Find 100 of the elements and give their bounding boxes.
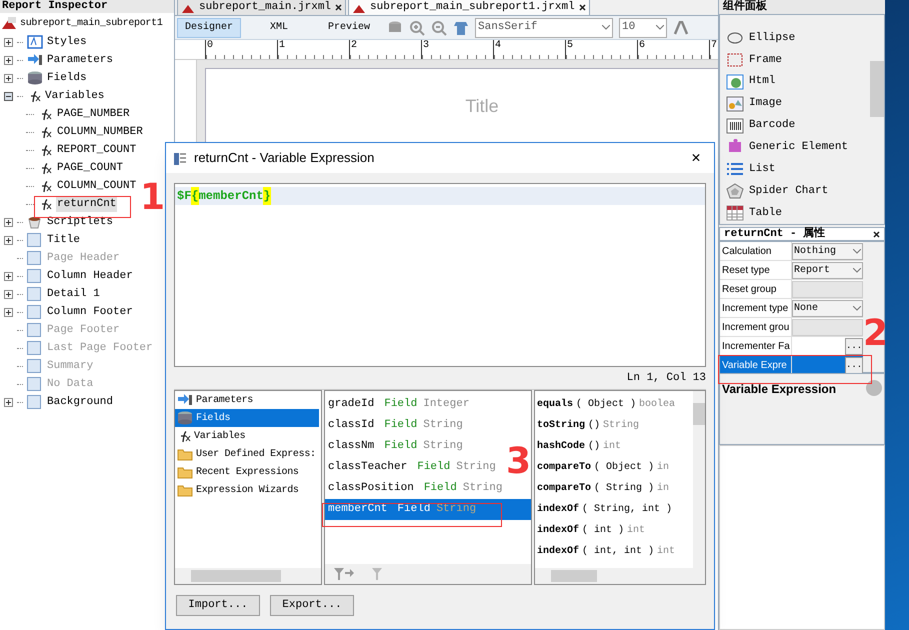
chevron-down-icon — [602, 25, 610, 30]
view-tab[interactable]: Preview — [317, 18, 381, 38]
tree-item[interactable]: COLUMN_COUNT — [56, 178, 138, 194]
expand-toggle[interactable] — [4, 218, 13, 226]
palette-item[interactable]: Barcode — [720, 114, 870, 136]
category-item[interactable]: Fields — [175, 409, 319, 427]
scrollbar[interactable] — [693, 391, 705, 568]
tree-item[interactable]: Fields — [47, 70, 87, 86]
palette-item[interactable]: Ellipse — [720, 27, 870, 49]
tree-item[interactable]: Scriptlets — [47, 214, 114, 230]
value-combo — [792, 318, 863, 336]
shirt-icon[interactable] — [453, 20, 469, 36]
method-item[interactable]: indexOf ( String, int ) — [535, 499, 693, 520]
dialog-button[interactable]: Import... — [176, 595, 260, 616]
expand-toggle[interactable] — [4, 272, 13, 280]
category-item[interactable]: User Defined Express: — [175, 445, 319, 463]
object-item[interactable]: gradeId Field Integer — [325, 394, 472, 415]
method-item[interactable]: compareTo ( Object ) in — [535, 457, 693, 478]
band-icon — [27, 287, 41, 301]
scrollbar[interactable] — [175, 568, 321, 584]
property-row[interactable]: Increment grou — [720, 318, 863, 337]
object-item[interactable]: classNm Field String — [325, 436, 466, 457]
palette-item[interactable]: Image — [720, 92, 870, 115]
view-tab[interactable]: Designer — [177, 18, 241, 38]
expand-toggle[interactable] — [4, 290, 13, 298]
object-item[interactable]: classTeacher Field String — [325, 457, 499, 478]
file-tab[interactable]: subreport_main.jrxml — [177, 0, 346, 15]
size-combo[interactable]: 10 — [619, 18, 667, 38]
tree-item[interactable]: REPORT_COUNT — [56, 142, 138, 158]
method-item[interactable]: toString () String — [535, 415, 693, 436]
value-combo — [792, 280, 863, 298]
method-item[interactable]: indexOf ( int, int ) int — [535, 541, 693, 562]
font-combo[interactable]: SansSerif — [475, 18, 613, 38]
palette-item[interactable]: Html — [720, 70, 870, 93]
scrollbar[interactable] — [863, 242, 884, 372]
object-item[interactable]: classPosition Field String — [325, 478, 506, 499]
value-combo[interactable]: Report — [792, 262, 863, 278]
palette-item[interactable]: Spider Chart — [720, 180, 870, 202]
close-button[interactable]: ✕ — [684, 150, 708, 166]
property-row[interactable]: Reset type Report — [720, 261, 863, 280]
category-item[interactable]: Parameters — [175, 391, 319, 409]
chevron-down-icon — [853, 306, 861, 310]
panel-title: returnCnt - 属性 — [724, 226, 826, 242]
styles-icon — [27, 35, 43, 49]
number-overlay: 1 — [140, 180, 166, 216]
expand-toggle[interactable] — [4, 308, 13, 316]
band-icon — [27, 359, 41, 373]
close-icon[interactable] — [335, 4, 342, 11]
tree-item[interactable]: Detail 1 — [47, 286, 100, 302]
tree-item[interactable]: COLUMN_NUMBER — [56, 124, 144, 140]
file-tab[interactable]: subreport_main_subreport1.jrxml — [348, 0, 590, 15]
tree-root[interactable]: subreport_main_subreport1 — [20, 16, 163, 30]
font-grow-icon[interactable] — [673, 20, 689, 34]
view-tab[interactable]: XML — [247, 18, 311, 38]
value-combo[interactable]: None — [792, 300, 863, 316]
dialog-button[interactable]: Export... — [270, 595, 354, 616]
category-item[interactable]: Expression Wizards — [175, 481, 319, 499]
tree-item[interactable]: returnCnt — [56, 196, 118, 212]
help-icon[interactable] — [866, 380, 882, 396]
method-item[interactable]: equals ( Object ) boolea — [535, 394, 693, 415]
property-row[interactable]: Calculation Nothing — [720, 242, 863, 261]
value-combo[interactable]: Nothing — [792, 242, 863, 260]
scrollbar[interactable] — [535, 568, 705, 584]
property-row[interactable]: Increment type None — [720, 299, 863, 318]
chevron-down-icon — [853, 268, 861, 272]
expand-toggle[interactable] — [4, 56, 13, 64]
palette-item[interactable]: Table — [720, 202, 870, 224]
ellipse-icon — [726, 30, 744, 45]
method-item[interactable]: compareTo ( String ) in — [535, 478, 693, 499]
close-icon[interactable] — [578, 4, 586, 11]
palette-item[interactable]: Frame — [720, 48, 870, 71]
tree-item[interactable]: Parameters — [47, 52, 114, 68]
collapse-toggle[interactable] — [4, 92, 13, 100]
close-icon[interactable] — [873, 230, 880, 238]
ruler-number: 5 — [567, 40, 574, 51]
category-item[interactable]: Recent Expressions — [175, 463, 319, 481]
tree-item[interactable]: Column Header — [47, 268, 133, 284]
method-item[interactable]: hashCode () int — [535, 436, 693, 457]
expand-toggle[interactable] — [4, 236, 13, 244]
tree-item[interactable]: Column Footer — [47, 304, 133, 320]
property-row[interactable]: Reset group — [720, 280, 863, 299]
ellipsis-button[interactable]: ... — [845, 356, 863, 374]
expand-toggle[interactable] — [4, 38, 13, 46]
expand-toggle[interactable] — [4, 74, 13, 82]
tree-item[interactable]: Title — [47, 232, 80, 248]
category-item[interactable]: Variables — [175, 427, 319, 445]
palette-item[interactable]: List — [720, 158, 870, 180]
tree-item[interactable]: Background — [47, 394, 114, 410]
tree-item[interactable]: Styles — [47, 34, 87, 50]
tree-item[interactable]: Variables — [45, 88, 104, 104]
arrow-list-icon — [177, 393, 193, 407]
tree-item[interactable]: PAGE_COUNT — [56, 160, 124, 176]
ellipsis-button[interactable]: ... — [845, 338, 863, 354]
object-item[interactable]: classId Field String — [325, 415, 466, 436]
tree-item[interactable]: PAGE_NUMBER — [56, 106, 131, 122]
arrow-list-icon — [27, 53, 43, 67]
expand-toggle[interactable] — [4, 398, 13, 406]
palette-item[interactable]: Generic Element — [720, 136, 870, 158]
band-icon — [27, 395, 41, 409]
method-item[interactable]: indexOf ( int ) int — [535, 520, 693, 541]
